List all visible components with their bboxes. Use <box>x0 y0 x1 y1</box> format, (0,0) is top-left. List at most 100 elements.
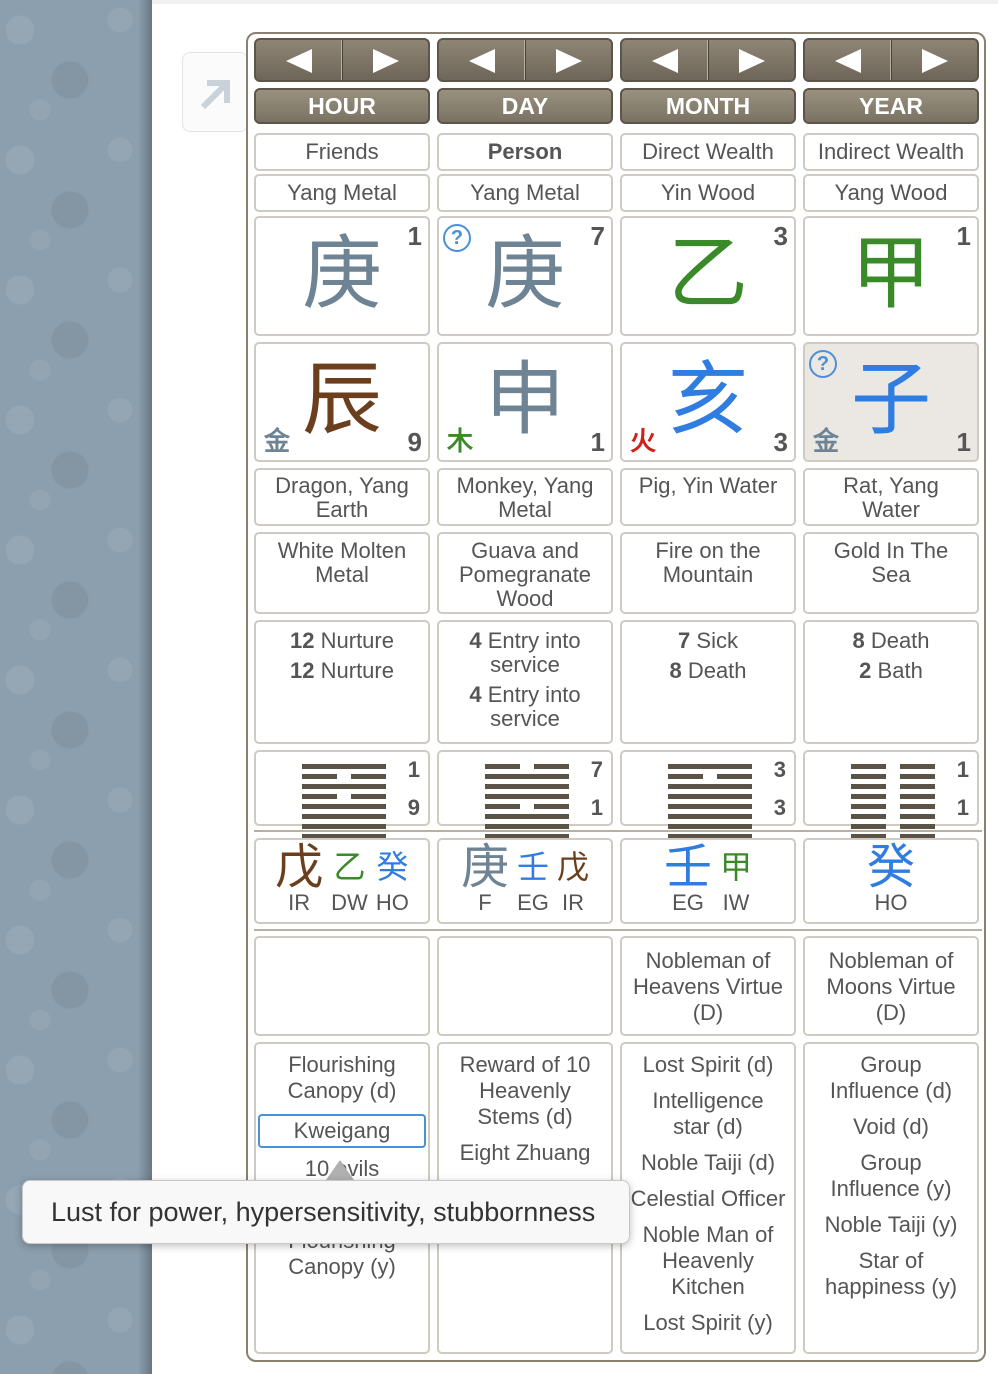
star-item[interactable]: Flourishing Canopy (d) <box>256 1052 428 1104</box>
life-stage-number: 12 <box>290 658 315 683</box>
hexagram-line <box>485 774 569 779</box>
star-line: Flourishing <box>288 1052 396 1077</box>
hidden-stem[interactable]: 甲 IW <box>720 842 752 914</box>
prev-day-button[interactable] <box>439 40 525 80</box>
life-stage-text: Nurture <box>320 658 394 683</box>
earthly-branch-year[interactable]: 子金 1? <box>803 342 979 462</box>
hidden-stems-hour: 戊 IR 乙 DW 癸 HO <box>254 838 430 924</box>
star-line: Noble Taiji (d) <box>640 1150 776 1175</box>
prev-month-button[interactable] <box>622 40 708 80</box>
heavenly-stem-day[interactable]: 庚 7? <box>437 216 613 336</box>
life-stage-item: 12 Nurture <box>256 659 428 683</box>
life-stage-text-2: service <box>490 652 560 677</box>
hidden-stem[interactable]: 癸 HO <box>867 842 915 914</box>
animal-line: Water <box>862 497 920 522</box>
star-item[interactable]: Star of happiness (y) <box>805 1248 977 1300</box>
life-stages-month: 7 Sick 8 Death <box>620 620 796 744</box>
nobleman-line: Heavens Virtue <box>632 974 783 999</box>
heavenly-stem-year[interactable]: 甲1 <box>803 216 979 336</box>
heavenly-stem-month[interactable]: 乙3 <box>620 216 796 336</box>
star-item[interactable]: Noble Man of Heavenly Kitchen <box>622 1222 794 1300</box>
hidden-stem-char: 乙 <box>333 848 366 886</box>
hexagram-line <box>485 764 569 769</box>
hexagram-bar <box>851 764 887 769</box>
star-item[interactable]: Lost Spirit (d) <box>622 1052 794 1078</box>
left-arrow-icon <box>286 49 312 73</box>
star-item[interactable]: Noble Taiji (d) <box>622 1150 794 1176</box>
life-stage-number: 12 <box>290 628 315 653</box>
life-stage-item: 12 Nurture <box>256 629 428 653</box>
star-item[interactable]: Reward of 10 Heavenly Stems (d) <box>439 1052 611 1130</box>
hidden-stem[interactable]: 乙 DW <box>331 842 368 914</box>
earthly-branch-month[interactable]: 亥火3 <box>620 342 796 462</box>
life-stage-text-2: service <box>490 706 560 731</box>
hidden-stem-char: 壬 <box>663 839 712 895</box>
hidden-stem[interactable]: 庚F <box>461 842 509 914</box>
expand-button[interactable] <box>182 52 248 132</box>
hexagram-bar <box>302 784 386 789</box>
hexagram-line <box>485 804 569 809</box>
left-arrow-icon <box>835 49 861 73</box>
hexagram-hour[interactable]: 19 <box>254 750 430 839</box>
hidden-stem[interactable]: 壬 EG <box>517 842 549 914</box>
next-day-button[interactable] <box>525 40 611 80</box>
nayin-month: Fire on the Mountain <box>620 532 796 614</box>
star-item[interactable]: Group Influence (y) <box>805 1150 977 1202</box>
star-line: Lost Spirit (y) <box>643 1310 773 1335</box>
next-year-button[interactable] <box>891 40 977 80</box>
hidden-stem[interactable]: 戊 IR <box>557 842 589 914</box>
star-item[interactable]: Intelligence star (d) <box>622 1088 794 1140</box>
star-line: Canopy (d) <box>287 1078 397 1103</box>
hexagram-line <box>302 774 386 779</box>
star-item[interactable]: Group Influence (d) <box>805 1052 977 1104</box>
heavenly-stem-hour[interactable]: 庚1 <box>254 216 430 336</box>
star-item[interactable]: Lost Spirit (y) <box>622 1310 794 1336</box>
help-icon[interactable]: ? <box>443 224 471 252</box>
hexagram-year[interactable]: 11 <box>803 750 979 839</box>
hidden-stem[interactable]: 戊 IR <box>275 842 323 914</box>
tooltip-arrow <box>326 1160 354 1180</box>
earthly-branch-hour[interactable]: 辰金9 <box>254 342 430 462</box>
hexagram-top-number: 7 <box>590 757 603 782</box>
branch-element: 金 <box>813 427 840 457</box>
prev-year-button[interactable] <box>805 40 891 80</box>
help-icon[interactable]: ? <box>809 350 837 378</box>
hidden-stem[interactable]: 壬 EG <box>664 842 712 914</box>
star-item[interactable]: Noble Taiji (y) <box>805 1212 977 1238</box>
hexagram-line <box>851 814 935 819</box>
hidden-stem[interactable]: 癸 HO <box>376 842 409 914</box>
column-header-hour: HOUR <box>254 88 430 124</box>
hidden-stems-month: 壬 EG 甲 IW <box>620 838 796 924</box>
animal-year: Rat, Yang Water <box>803 468 979 526</box>
hidden-stem-label: DW <box>331 890 368 915</box>
hexagram-icon <box>302 764 386 844</box>
hexagram-bar <box>350 794 386 799</box>
hexagram-line <box>851 824 935 829</box>
stem-element-day: Yang Metal <box>437 174 613 212</box>
star-line: Void (d) <box>853 1114 929 1139</box>
hexagram-line <box>668 814 752 819</box>
nayin-line: Sea <box>871 562 911 587</box>
star-item[interactable]: Celestial Officer <box>622 1186 794 1212</box>
hexagram-day[interactable]: 71 <box>437 750 613 839</box>
next-month-button[interactable] <box>708 40 794 80</box>
animal-month: Pig, Yin Water <box>620 468 796 526</box>
life-stages-hour: 12 Nurture 12 Nurture <box>254 620 430 744</box>
hexagram-bottom-number: 1 <box>590 795 603 820</box>
hexagram-month[interactable]: 33 <box>620 750 796 839</box>
life-stage-item: 8 Death <box>805 629 977 653</box>
star-line: Influence (y) <box>830 1176 952 1201</box>
earthly-branch-day[interactable]: 申木1 <box>437 342 613 462</box>
life-stage-number: 4 <box>469 628 482 653</box>
star-item[interactable]: Kweigang <box>258 1114 426 1148</box>
hexagram-bar <box>851 784 887 789</box>
prev-hour-button[interactable] <box>256 40 342 80</box>
star-item[interactable]: Eight Zhuang <box>439 1140 611 1166</box>
nav-month <box>620 38 796 82</box>
hexagram-icon <box>668 764 752 844</box>
next-hour-button[interactable] <box>342 40 428 80</box>
star-item[interactable]: Void (d) <box>805 1114 977 1140</box>
nayin-line: Guava and <box>471 538 579 563</box>
nayin-day: Guava and Pomegranate Wood <box>437 532 613 614</box>
star-line: Heavenly <box>662 1248 754 1273</box>
